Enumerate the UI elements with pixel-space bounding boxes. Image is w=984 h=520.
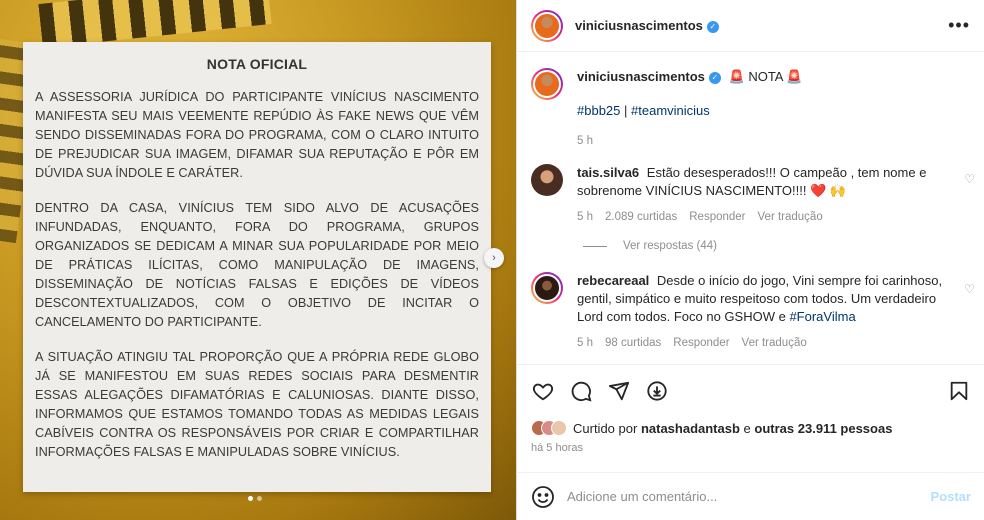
verified-badge-icon: ✓ — [708, 71, 721, 84]
like-comment-heart-icon[interactable]: ♡ — [964, 282, 975, 296]
likes-prefix: Curtido por — [573, 420, 638, 436]
share-paper-plane-icon[interactable] — [607, 379, 631, 403]
post-header: viniciusnascimentos ✓ ••• — [517, 0, 984, 52]
caption-separator: | — [624, 103, 628, 118]
caption-username[interactable]: viniciusnascimentos ✓ — [577, 69, 721, 84]
reply-button[interactable]: Responder — [673, 334, 729, 352]
comment: tais.silva6 Estão desesperados!!! O camp… — [531, 164, 984, 226]
note-paragraph-2: Dentro da casa, Vinícius tem sido alvo d… — [35, 201, 479, 329]
caption-avatar[interactable] — [531, 68, 563, 100]
post-image: NOTA OFICIAL A assessoria jurídica do pa… — [0, 0, 516, 520]
see-translation-button[interactable]: Ver tradução — [758, 208, 823, 226]
note-paragraph-1: A assessoria jurídica do participante Vi… — [35, 90, 479, 180]
caption-time: 5 h — [577, 135, 593, 147]
note-title: NOTA OFICIAL — [206, 56, 308, 72]
likes-others[interactable]: outras 23.911 pessoas — [754, 421, 892, 436]
save-bookmark-icon[interactable] — [947, 379, 971, 403]
author-avatar[interactable] — [531, 9, 563, 42]
view-replies-button[interactable]: Ver respostas (44) — [583, 240, 717, 252]
like-heart-icon[interactable] — [531, 379, 555, 403]
post-side-panel: viniciusnascimentos ✓ ••• viniciusnascime… — [516, 0, 984, 520]
comment-bubble-icon[interactable] — [569, 379, 593, 403]
add-comment-bar: Postar — [517, 472, 984, 520]
comment-username[interactable]: tais.silva6 — [577, 165, 639, 180]
reply-button[interactable]: Responder — [689, 208, 745, 226]
post-actions-bar — [517, 364, 984, 416]
comment-time: 5 h — [577, 211, 593, 223]
commenter-avatar[interactable] — [531, 272, 563, 304]
carousel-dots — [248, 496, 262, 501]
comment-likes[interactable]: 2.089 curtidas — [605, 208, 677, 226]
carousel-next-button[interactable]: › — [484, 248, 504, 268]
commenter-avatar[interactable] — [531, 164, 563, 196]
like-comment-heart-icon[interactable]: ♡ — [964, 172, 975, 186]
author-username[interactable]: viniciusnascimentos ✓ — [575, 18, 719, 33]
background-tape-decoration — [38, 0, 272, 48]
download-circle-icon[interactable] — [645, 379, 669, 403]
carousel-dot — [257, 496, 262, 501]
more-options-icon[interactable]: ••• — [948, 15, 970, 36]
likes-summary[interactable]: Curtido por natashadantasb e outras 23.9… — [531, 420, 892, 436]
caption: viniciusnascimentos ✓ 🚨 NOTA 🚨 #bbb25 | #… — [531, 68, 947, 150]
emoji-smiley-icon[interactable] — [531, 485, 555, 509]
note-card: NOTA OFICIAL A assessoria jurídica do pa… — [23, 42, 491, 492]
verified-badge-icon: ✓ — [706, 20, 719, 33]
liker-username[interactable]: natashadantasb — [641, 421, 740, 436]
post-comment-button[interactable]: Postar — [931, 489, 971, 504]
liker-avatars — [531, 420, 567, 436]
note-body: A assessoria jurídica do participante Vi… — [23, 72, 491, 462]
comment: rebecareaal Desde o início do jogo, Vini… — [531, 272, 984, 352]
comment-input[interactable] — [567, 489, 931, 504]
comment-username[interactable]: rebecareaal — [577, 273, 649, 288]
carousel-dot-active — [248, 496, 253, 501]
comment-time: 5 h — [577, 337, 593, 349]
note-paragraph-3: A situação atingiu tal proporção que a p… — [35, 350, 479, 459]
hashtag-link[interactable]: #ForaVilma — [789, 309, 855, 324]
hashtag-link[interactable]: #bbb25 — [577, 103, 620, 118]
likes-mid: e — [743, 420, 751, 436]
comment-likes[interactable]: 98 curtidas — [605, 334, 661, 352]
chevron-right-icon: › — [492, 252, 496, 264]
comments-section: viniciusnascimentos ✓ 🚨 NOTA 🚨 #bbb25 | #… — [517, 60, 984, 360]
caption-text: 🚨 NOTA 🚨 — [728, 69, 803, 84]
see-translation-button[interactable]: Ver tradução — [742, 334, 807, 352]
hashtag-link[interactable]: #teamvinicius — [631, 103, 710, 118]
post-timestamp: há 5 horas — [531, 442, 583, 454]
